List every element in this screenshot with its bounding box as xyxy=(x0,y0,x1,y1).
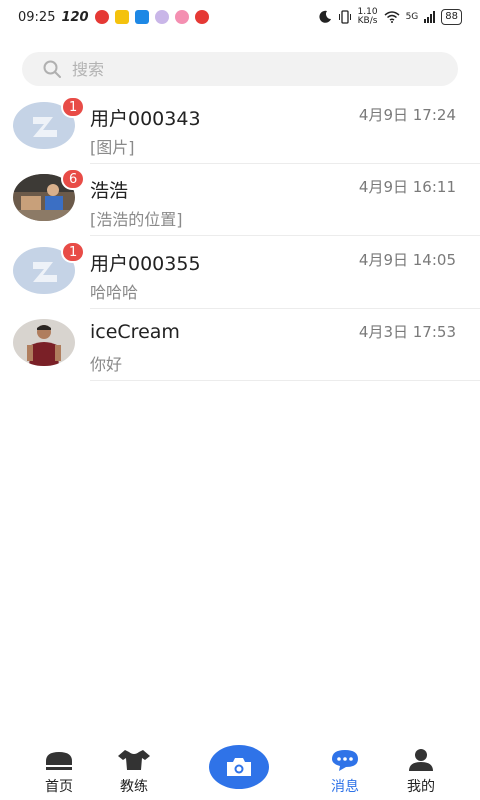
profile-icon xyxy=(409,749,433,771)
unread-badge: 1 xyxy=(61,241,86,263)
tab-icon-wrap xyxy=(408,744,434,772)
refresh-rate: 120 xyxy=(61,9,89,25)
app-notification-icon xyxy=(94,10,109,24)
avatar-wrap: 6 xyxy=(13,168,86,221)
unread-badge: 1 xyxy=(61,96,86,118)
bottom-tab-bar: 首页 教练 消息 我的 xyxy=(0,740,480,800)
conversation-item[interactable]: 6 浩浩 4月9日 16:11 [浩浩的位置] xyxy=(0,164,480,236)
unread-badge: 6 xyxy=(61,168,86,190)
tab-icon-wrap xyxy=(44,744,74,772)
conversation-time: 4月3日 17:53 xyxy=(358,323,456,341)
avatar-wrap xyxy=(13,319,75,366)
conversation-name: 用户000343 xyxy=(90,108,201,130)
conversation-body: 用户000355 4月9日 14:05 哈哈哈 xyxy=(90,237,480,309)
app-notification-icon xyxy=(134,10,149,24)
app-notification-icon xyxy=(194,10,209,24)
conversation-time: 4月9日 14:05 xyxy=(358,251,456,269)
coach-icon xyxy=(118,750,150,770)
conversation-time: 4月9日 16:11 xyxy=(358,178,456,196)
photo-avatar-man xyxy=(13,319,75,366)
app-notification-icon xyxy=(174,10,189,24)
app-notification-icon xyxy=(114,10,129,24)
tab-label: 我的 xyxy=(407,779,435,795)
conversation-preview: [图片] xyxy=(90,138,135,157)
status-left: 09:25 120 xyxy=(18,10,209,25)
conversation-item[interactable]: iceCream 4月3日 17:53 你好 xyxy=(0,309,480,381)
status-time: 09:25 xyxy=(18,9,56,25)
vibrate-icon xyxy=(338,10,351,24)
tab-label: 首页 xyxy=(45,779,73,795)
home-icon xyxy=(46,752,72,770)
conversation-body: iceCream 4月3日 17:53 你好 xyxy=(90,309,480,381)
moon-icon xyxy=(318,10,331,23)
avatar-wrap: 1 xyxy=(13,96,86,149)
conversation-name: iceCream xyxy=(90,321,180,343)
tab-messages[interactable]: 消息 xyxy=(305,740,385,800)
tab-icon-wrap xyxy=(117,744,151,772)
conversation-list: 1 用户000343 4月9日 17:24 [图片] 6 浩浩 4月9日 16:… xyxy=(0,92,480,381)
conversation-name: 浩浩 xyxy=(90,180,129,202)
message-icon xyxy=(332,750,358,771)
network-speed-unit: KB/s xyxy=(357,16,378,26)
avatar-wrap: 1 xyxy=(13,241,86,294)
conversation-preview: 哈哈哈 xyxy=(90,283,139,302)
search-bar[interactable] xyxy=(22,52,458,86)
camera-button[interactable] xyxy=(209,745,269,789)
status-bar: 09:25 120 1.10 KB/s 5G 88 xyxy=(0,0,480,34)
status-right: 1.10 KB/s 5G 88 xyxy=(318,8,462,26)
conversation-time: 4月9日 17:24 xyxy=(358,106,456,124)
tab-coach[interactable]: 教练 xyxy=(94,740,174,800)
conversation-preview: [浩浩的位置] xyxy=(90,210,183,229)
tab-label: 教练 xyxy=(120,779,148,795)
conversation-preview: 你好 xyxy=(90,355,123,374)
search-input[interactable] xyxy=(72,59,432,79)
battery-indicator: 88 xyxy=(441,9,462,25)
app-notification-icon xyxy=(154,10,169,24)
tab-profile[interactable]: 我的 xyxy=(381,740,461,800)
signal-icon xyxy=(424,11,436,23)
conversation-body: 浩浩 4月9日 16:11 [浩浩的位置] xyxy=(90,164,480,236)
conversation-body: 用户000343 4月9日 17:24 [图片] xyxy=(90,92,480,164)
camera-icon xyxy=(227,758,251,776)
conversation-name: 用户000355 xyxy=(90,253,201,275)
network-type: 5G xyxy=(405,11,419,22)
search-icon xyxy=(43,60,61,78)
wifi-icon xyxy=(384,11,400,23)
network-speed: 1.10 KB/s xyxy=(358,8,378,26)
tab-icon-wrap xyxy=(330,744,360,772)
conversation-item[interactable]: 1 用户000343 4月9日 17:24 [图片] xyxy=(0,92,480,164)
tab-label: 消息 xyxy=(331,779,359,795)
tab-home[interactable]: 首页 xyxy=(19,740,99,800)
conversation-item[interactable]: 1 用户000355 4月9日 14:05 哈哈哈 xyxy=(0,237,480,309)
